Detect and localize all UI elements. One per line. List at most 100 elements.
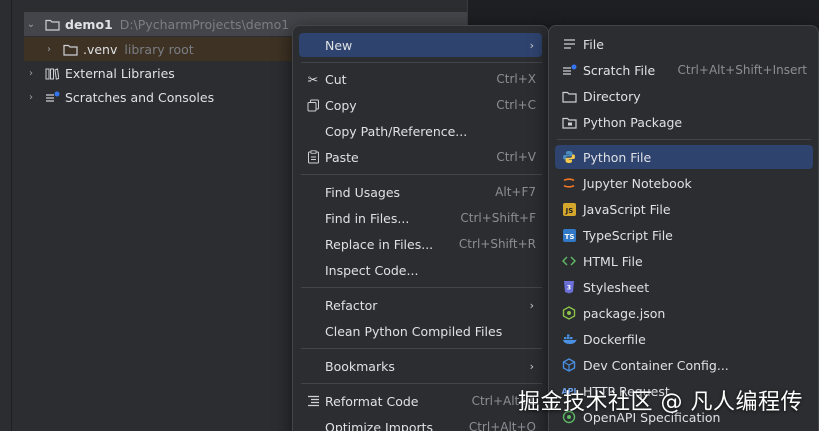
new-file[interactable]: File (555, 32, 813, 56)
menu-item-replace-in-files[interactable]: Replace in Files... Ctrl+Shift+R (299, 232, 542, 256)
jupyter-icon (561, 175, 577, 191)
menu-item-bookmarks[interactable]: Bookmarks › (299, 354, 542, 378)
tree-item-external-libraries[interactable]: › External Libraries (24, 61, 175, 85)
shortcut-label: Ctrl+Shift+F (460, 211, 536, 225)
copy-icon (305, 97, 321, 113)
new-javascript-file[interactable]: JS JavaScript File (555, 197, 813, 221)
menu-item-label: Refactor (325, 297, 378, 313)
menu-item-label: New (325, 37, 353, 53)
library-icon (44, 65, 60, 81)
menu-separator (301, 383, 542, 384)
shortcut-label: Ctrl+Alt+Shift+Insert (677, 63, 807, 77)
menu-item-label: Paste (325, 149, 359, 165)
chevron-right-icon[interactable]: › (42, 44, 56, 55)
python-icon (561, 149, 577, 165)
new-html-file[interactable]: HTML File (555, 249, 813, 273)
menu-item-inspect-code[interactable]: Inspect Code... (299, 258, 542, 282)
project-path: D:\PycharmProjects\demo1 (119, 16, 290, 32)
shortcut-label: Ctrl+X (496, 72, 536, 86)
menu-item-cut[interactable]: ✂ Cut Ctrl+X (299, 67, 542, 91)
new-jupyter-notebook[interactable]: Jupyter Notebook (555, 171, 813, 195)
paste-icon (305, 149, 321, 165)
menu-separator (301, 348, 542, 349)
venv-hint: library root (124, 41, 194, 57)
new-typescript-file[interactable]: TS TypeScript File (555, 223, 813, 247)
shortcut-label: Ctrl+Alt+O (468, 420, 536, 431)
menu-item-paste[interactable]: Paste Ctrl+V (299, 145, 542, 169)
external-libraries-label: External Libraries (65, 65, 175, 81)
npm-icon (561, 305, 577, 321)
watermark: 掘金技术社区 @ 凡人编程传 (518, 390, 803, 415)
new-package-json[interactable]: package.json (555, 301, 813, 325)
menu-item-label: Stylesheet (583, 279, 650, 295)
chevron-right-icon: › (529, 38, 534, 52)
menu-item-label: HTML File (583, 253, 643, 269)
chevron-down-icon[interactable]: ⌄ (24, 19, 38, 30)
new-submenu: File Scratch File Ctrl+Alt+Shift+Insert … (548, 25, 819, 431)
new-scratch-file[interactable]: Scratch File Ctrl+Alt+Shift+Insert (555, 58, 813, 82)
package-icon (561, 114, 577, 130)
chevron-right-icon[interactable]: › (24, 68, 38, 79)
svg-text:JS: JS (564, 207, 573, 215)
new-python-package[interactable]: Python Package (555, 110, 813, 134)
new-dockerfile[interactable]: Dockerfile (555, 327, 813, 351)
menu-item-optimize-imports[interactable]: Optimize Imports Ctrl+Alt+O (299, 415, 542, 431)
menu-separator (301, 62, 542, 63)
menu-item-new[interactable]: New › (299, 33, 542, 57)
menu-item-label: Inspect Code... (325, 262, 419, 278)
menu-item-copy-path[interactable]: Copy Path/Reference... (299, 119, 542, 143)
folder-icon (44, 16, 60, 32)
menu-item-label: Find in Files... (325, 210, 410, 226)
menu-item-label: Find Usages (325, 184, 401, 200)
menu-item-label: Cut (325, 71, 347, 87)
menu-item-reformat-code[interactable]: Reformat Code Ctrl+Alt+L (299, 389, 542, 413)
new-python-file[interactable]: Python File (555, 145, 813, 169)
project-name: demo1 (65, 16, 113, 32)
menu-item-label: Dockerfile (583, 331, 646, 347)
chevron-right-icon[interactable]: › (24, 92, 38, 103)
menu-item-label: Jupyter Notebook (583, 175, 692, 191)
menu-separator (301, 174, 542, 175)
new-stylesheet[interactable]: 3 Stylesheet (555, 275, 813, 299)
file-icon (561, 36, 577, 52)
menu-item-label: Clean Python Compiled Files (325, 323, 503, 339)
folder-icon (561, 88, 577, 104)
scissors-icon: ✂ (307, 71, 319, 87)
menu-item-find-usages[interactable]: Find Usages Alt+F7 (299, 180, 542, 204)
docker-icon (561, 331, 577, 347)
reformat-icon (305, 393, 321, 409)
menu-item-label: Scratch File (583, 62, 656, 78)
new-dev-container[interactable]: Dev Container Config... (555, 353, 813, 377)
shortcut-label: Ctrl+V (496, 150, 536, 164)
venv-name: .venv (83, 41, 118, 57)
menu-item-label: Python File (583, 149, 652, 165)
menu-item-find-in-files[interactable]: Find in Files... Ctrl+Shift+F (299, 206, 542, 230)
new-directory[interactable]: Directory (555, 84, 813, 108)
cube-icon (561, 357, 577, 373)
css-icon: 3 (561, 279, 577, 295)
scratch-file-icon (561, 62, 577, 78)
menu-item-copy[interactable]: Copy Ctrl+C (299, 93, 542, 117)
menu-item-label: Bookmarks (325, 358, 395, 374)
html-icon (561, 253, 577, 269)
svg-text:TS: TS (564, 233, 574, 241)
menu-item-label: Optimize Imports (325, 419, 434, 431)
menu-item-refactor[interactable]: Refactor › (299, 293, 542, 317)
menu-item-label: JavaScript File (583, 201, 671, 217)
menu-item-clean-compiled[interactable]: Clean Python Compiled Files (299, 319, 542, 343)
scratches-icon (44, 89, 60, 105)
folder-icon (62, 41, 78, 57)
chevron-right-icon: › (529, 298, 534, 312)
shortcut-label: Ctrl+Shift+R (458, 237, 536, 251)
tree-item-scratches[interactable]: › Scratches and Consoles (24, 85, 214, 109)
shortcut-label: Ctrl+C (496, 98, 536, 112)
menu-separator (301, 287, 542, 288)
context-menu: New › ✂ Cut Ctrl+X Copy Ctrl+C Copy Path… (292, 25, 549, 431)
menu-item-label: package.json (583, 305, 666, 321)
svg-text:3: 3 (567, 285, 571, 292)
menu-item-label: TypeScript File (583, 227, 673, 243)
chevron-right-icon: › (529, 359, 534, 373)
menu-item-label: Dev Container Config... (583, 357, 729, 373)
menu-separator (557, 139, 811, 140)
menu-item-label: Python Package (583, 114, 683, 130)
